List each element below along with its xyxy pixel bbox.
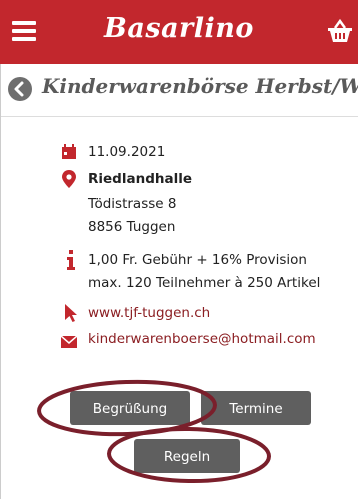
left-border: [0, 64, 1, 499]
participant-limit: max. 120 Teilnehmer à 250 Artikel: [88, 275, 321, 291]
dates-button[interactable]: Termine: [201, 391, 311, 425]
basket-icon[interactable]: [326, 18, 354, 44]
venue-street: Tödistrasse 8: [88, 196, 177, 212]
website-link[interactable]: www.tjf-tuggen.ch: [88, 305, 210, 321]
back-arrow-icon[interactable]: [8, 77, 32, 101]
venue-name: Riedlandhalle: [88, 171, 192, 187]
rules-button[interactable]: Regeln: [134, 439, 240, 473]
page-title: Kinderwarenbörse Herbst/Winter: [42, 74, 358, 98]
top-navigation-bar: Basarlino: [0, 0, 358, 64]
venue-city: 8856 Tuggen: [88, 219, 176, 235]
calendar-icon: [61, 144, 77, 164]
greeting-button[interactable]: Begrüßung: [70, 391, 190, 425]
email-link[interactable]: kinderwarenboerse@hotmail.com: [88, 331, 316, 347]
location-pin-icon: [62, 170, 76, 192]
event-date: 11.09.2021: [88, 144, 166, 160]
app-logo[interactable]: Basarlino: [0, 13, 358, 44]
fee-info: 1,00 Fr. Gebühr + 16% Provision: [88, 252, 307, 268]
event-detail-page: Kinderwarenbörse Herbst/Winter 11.09.202…: [0, 64, 358, 499]
info-icon: [66, 250, 76, 274]
page-title-bar: Kinderwarenbörse Herbst/Winter: [0, 64, 358, 117]
envelope-icon: [60, 333, 78, 352]
cursor-pointer-icon: [64, 304, 78, 326]
